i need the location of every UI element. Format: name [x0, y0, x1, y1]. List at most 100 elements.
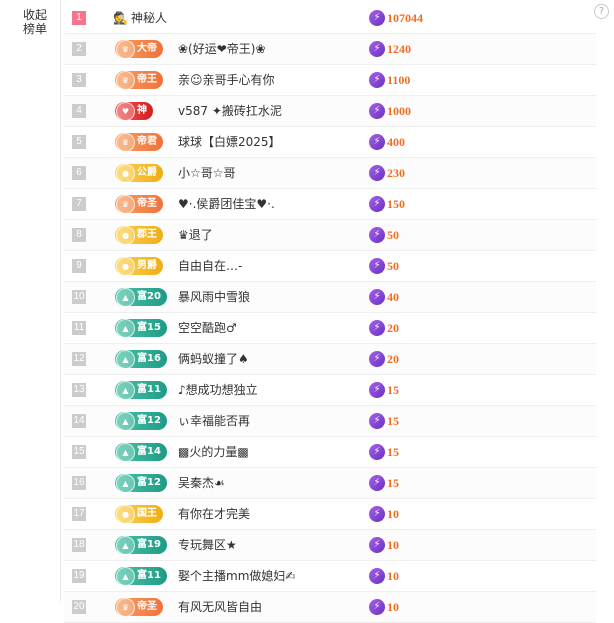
- level-badge: ♛ 帝君: [115, 133, 163, 152]
- contribution-score: 15: [387, 414, 399, 428]
- rank-number: 18: [72, 538, 86, 552]
- user-name[interactable]: 暴风雨中雪狼: [178, 288, 250, 306]
- user-name[interactable]: 专玩舞区★: [178, 536, 237, 554]
- lightning-icon: ⚡: [369, 320, 385, 336]
- level-badge-label: 帝圣: [137, 198, 157, 209]
- lightning-icon: ⚡: [369, 537, 385, 553]
- list-item[interactable]: 5 ♛ 帝君 球球【白嫖2025】 ⚡ 400: [64, 127, 596, 158]
- lightning-icon: ⚡: [369, 599, 385, 615]
- rank-number: 2: [72, 42, 86, 56]
- contribution-score: 10: [387, 569, 399, 583]
- level-badge: ● 国王: [115, 505, 163, 524]
- user-name[interactable]: ぃ幸福能否再: [178, 412, 250, 430]
- crown-icon: ♛: [116, 133, 135, 152]
- heart-icon: ♥: [116, 102, 135, 121]
- help-icon[interactable]: ?: [594, 4, 609, 19]
- user-name[interactable]: 自由自在…-: [178, 257, 242, 275]
- list-item[interactable]: 12 ▲ 富16 俩蚂蚁撞了♠ ⚡ 20: [64, 344, 596, 375]
- rank-number: 17: [72, 507, 86, 521]
- list-item[interactable]: 8 ● 郡王 ♛退了 ⚡ 50: [64, 220, 596, 251]
- list-item[interactable]: 7 ♛ 帝圣 ♥·.侯爵团佳宝♥·. ⚡ 150: [64, 189, 596, 220]
- user-name[interactable]: 小☆哥☆哥: [178, 164, 236, 182]
- user-name[interactable]: 球球【白嫖2025】: [178, 133, 281, 151]
- level-badge: ▲ 富11: [115, 567, 167, 586]
- list-item[interactable]: 16 ▲ 富12 吴秦杰☙ ⚡ 15: [64, 468, 596, 499]
- level-badge-label: 郡王: [137, 229, 157, 240]
- level-badge-label: 富11: [137, 384, 161, 395]
- triangle-icon: ▲: [116, 474, 135, 493]
- contribution-score: 15: [387, 445, 399, 459]
- user-name[interactable]: 神秘人: [131, 9, 167, 27]
- list-item[interactable]: 13 ▲ 富11 ♪想成功想独立 ⚡ 15: [64, 375, 596, 406]
- level-badge: ▲ 富12: [115, 474, 167, 493]
- level-badge-label: 富19: [137, 539, 161, 550]
- list-item[interactable]: 14 ▲ 富12 ぃ幸福能否再 ⚡ 15: [64, 406, 596, 437]
- user-name[interactable]: ▩火的力量▩: [178, 443, 249, 461]
- contribution-score: 15: [387, 476, 399, 490]
- contribution-score: 10: [387, 507, 399, 521]
- list-item[interactable]: 1 🕵 神秘人 ⚡ 107044: [64, 3, 596, 34]
- contribution-score: 50: [387, 228, 399, 242]
- user-name[interactable]: ♥·.侯爵团佳宝♥·.: [178, 195, 275, 213]
- lightning-icon: ⚡: [369, 165, 385, 181]
- list-item[interactable]: 6 ● 公爵 小☆哥☆哥 ⚡ 230: [64, 158, 596, 189]
- contribution-score: 40: [387, 290, 399, 304]
- level-badge: ♥ 神: [115, 102, 153, 121]
- user-name[interactable]: ♛退了: [178, 226, 213, 244]
- level-badge-label: 富14: [137, 446, 161, 457]
- list-item[interactable]: 11 ▲ 富15 空空酷跑♂ ⚡ 20: [64, 313, 596, 344]
- lightning-icon: ⚡: [369, 568, 385, 584]
- list-item[interactable]: 4 ♥ 神 v587 ✦搬砖扛水泥 ⚡ 1000: [64, 96, 596, 127]
- lightning-icon: ⚡: [369, 475, 385, 491]
- level-badge: ▲ 富11: [115, 381, 167, 400]
- rank-number: 7: [72, 197, 86, 211]
- level-badge-label: 帝君: [137, 136, 157, 147]
- list-item[interactable]: 9 ● 男爵 自由自在…- ⚡ 50: [64, 251, 596, 282]
- level-badge-label: 富15: [137, 322, 161, 333]
- level-badge-label: 富11: [137, 570, 161, 581]
- level-badge: ♛ 帝王: [115, 71, 163, 90]
- list-item[interactable]: 19 ▲ 富11 娶个主播mm做媳妇✍ ⚡ 10: [64, 561, 596, 592]
- level-badge: ▲ 富12: [115, 412, 167, 431]
- rank-number: 19: [72, 569, 86, 583]
- list-item[interactable]: 10 ▲ 富20 暴风雨中雪狼 ⚡ 40: [64, 282, 596, 313]
- contribution-score: 15: [387, 383, 399, 397]
- sidebar: 收起榜单: [0, 0, 61, 601]
- list-item[interactable]: 17 ● 国王 有你在才完美 ⚡ 10: [64, 499, 596, 530]
- triangle-icon: ▲: [116, 288, 135, 307]
- user-name[interactable]: ❀(好运❤帝王)❀: [178, 40, 266, 58]
- list-item[interactable]: 2 ♛ 大帝 ❀(好运❤帝王)❀ ⚡ 1240: [64, 34, 596, 65]
- list-item[interactable]: 3 ♛ 帝王 亲☺亲哥手心有你 ⚡ 1100: [64, 65, 596, 96]
- level-badge: ▲ 富15: [115, 319, 167, 338]
- user-name[interactable]: 俩蚂蚁撞了♠: [178, 350, 249, 368]
- user-name[interactable]: 亲☺亲哥手心有你: [178, 71, 275, 89]
- contribution-score: 10: [387, 538, 399, 552]
- user-name[interactable]: ♪想成功想独立: [178, 381, 258, 399]
- collapse-ranking-button[interactable]: 收起榜单: [20, 8, 50, 36]
- user-name[interactable]: 有你在才完美: [178, 505, 250, 523]
- contribution-score: 107044: [387, 11, 423, 25]
- list-item[interactable]: 15 ▲ 富14 ▩火的力量▩ ⚡ 15: [64, 437, 596, 468]
- level-badge-label: 大帝: [137, 43, 157, 54]
- level-badge-label: 帝圣: [137, 601, 157, 612]
- lightning-icon: ⚡: [369, 413, 385, 429]
- list-item[interactable]: 20 ♛ 帝圣 有风无风皆自由 ⚡ 10: [64, 592, 596, 623]
- contribution-score: 400: [387, 135, 405, 149]
- ranking-list: 1 🕵 神秘人 ⚡ 107044 2 ♛ 大帝 ❀(好运❤帝王)❀ ⚡ 1240 3 ♛ 帝王 亲☺亲哥手心…: [64, 3, 596, 623]
- list-item[interactable]: 18 ▲ 富19 专玩舞区★ ⚡ 10: [64, 530, 596, 561]
- contribution-score: 230: [387, 166, 405, 180]
- level-badge: ▲ 富16: [115, 350, 167, 369]
- user-name[interactable]: v587 ✦搬砖扛水泥: [178, 102, 282, 120]
- user-name[interactable]: 娶个主播mm做媳妇✍: [178, 567, 295, 585]
- lightning-icon: ⚡: [369, 382, 385, 398]
- lightning-icon: ⚡: [369, 506, 385, 522]
- lightning-icon: ⚡: [369, 134, 385, 150]
- contribution-score: 150: [387, 197, 405, 211]
- contribution-score: 1100: [387, 73, 411, 87]
- user-name[interactable]: 空空酷跑♂: [178, 319, 237, 337]
- level-badge: ▲ 富14: [115, 443, 167, 462]
- lightning-icon: ⚡: [369, 72, 385, 88]
- triangle-icon: ▲: [116, 567, 135, 586]
- user-name[interactable]: 吴秦杰☙: [178, 474, 225, 492]
- rank-number: 16: [72, 476, 86, 490]
